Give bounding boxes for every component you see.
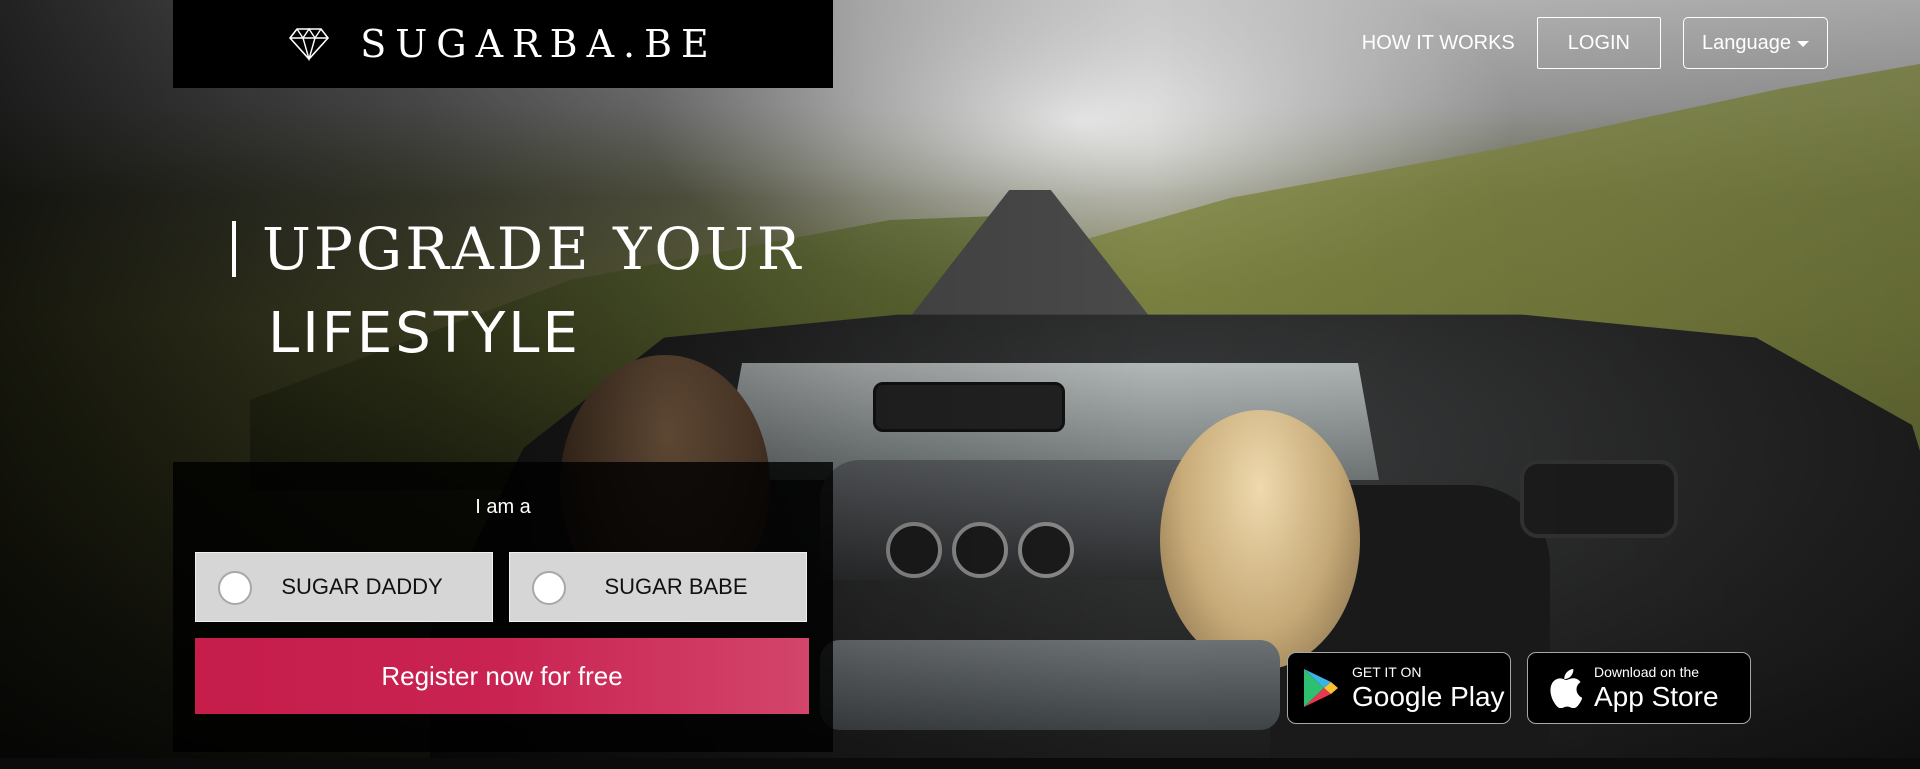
bottom-border [0, 758, 1920, 769]
passenger-head [1160, 410, 1360, 670]
logo[interactable]: SUGARBA.BE [173, 0, 833, 88]
text-cursor-bar [232, 221, 236, 277]
sugar-daddy-option[interactable]: SUGAR DADDY [195, 552, 493, 622]
diamond-icon [289, 27, 330, 61]
register-button[interactable]: Register now for free [195, 638, 809, 714]
app-store-badge[interactable]: Download on the App Store [1527, 652, 1751, 724]
login-button[interactable]: LOGIN [1536, 17, 1662, 69]
caret-down-icon [1797, 41, 1809, 47]
signup-panel: I am a SUGAR DADDY SUGAR BABE Register n… [173, 462, 833, 752]
google-play-text: GET IT ON Google Play [1352, 665, 1505, 711]
apple-icon [1550, 669, 1582, 708]
i-am-a-label: I am a [475, 496, 531, 518]
how-it-works-link[interactable]: HOW IT WORKS [1362, 32, 1515, 55]
headline-line-2: LIFESTYLE [268, 301, 581, 366]
app-store-big: App Store [1594, 681, 1719, 712]
driver-arm [820, 640, 1280, 730]
sugar-babe-option[interactable]: SUGAR BABE [509, 552, 807, 622]
top-nav: HOW IT WORKS LOGIN Language [1362, 17, 1828, 69]
rearview-mirror [873, 382, 1065, 432]
headline-text-1: UPGRADE YOUR [262, 215, 804, 283]
hero-headline: UPGRADE YOUR LIFESTYLE [232, 215, 803, 366]
headline-line-1: UPGRADE YOUR [232, 215, 803, 283]
dashboard-gauge [1018, 522, 1074, 578]
language-label: Language [1702, 31, 1791, 54]
road [900, 190, 1160, 330]
dashboard-gauge [952, 522, 1008, 578]
dashboard-gauge [886, 522, 942, 578]
app-store-badges: GET IT ON Google Play Download on the Ap… [1287, 652, 1751, 724]
windshield [721, 363, 1379, 480]
radio-icon[interactable] [218, 571, 252, 605]
brand-name: SUGARBA.BE [360, 22, 718, 66]
google-play-badge[interactable]: GET IT ON Google Play [1287, 652, 1511, 724]
hill-right [1010, 30, 1920, 450]
dashboard [820, 460, 1340, 580]
app-store-text: Download on the App Store [1594, 665, 1719, 711]
side-mirror [1520, 460, 1678, 538]
radio-icon[interactable] [532, 571, 566, 605]
google-play-icon [1304, 669, 1338, 707]
role-options: SUGAR DADDY SUGAR BABE [195, 552, 807, 622]
app-store-small: Download on the [1594, 664, 1700, 680]
language-dropdown[interactable]: Language [1683, 17, 1828, 69]
google-play-big: Google Play [1352, 681, 1505, 712]
google-play-small: GET IT ON [1352, 664, 1422, 680]
